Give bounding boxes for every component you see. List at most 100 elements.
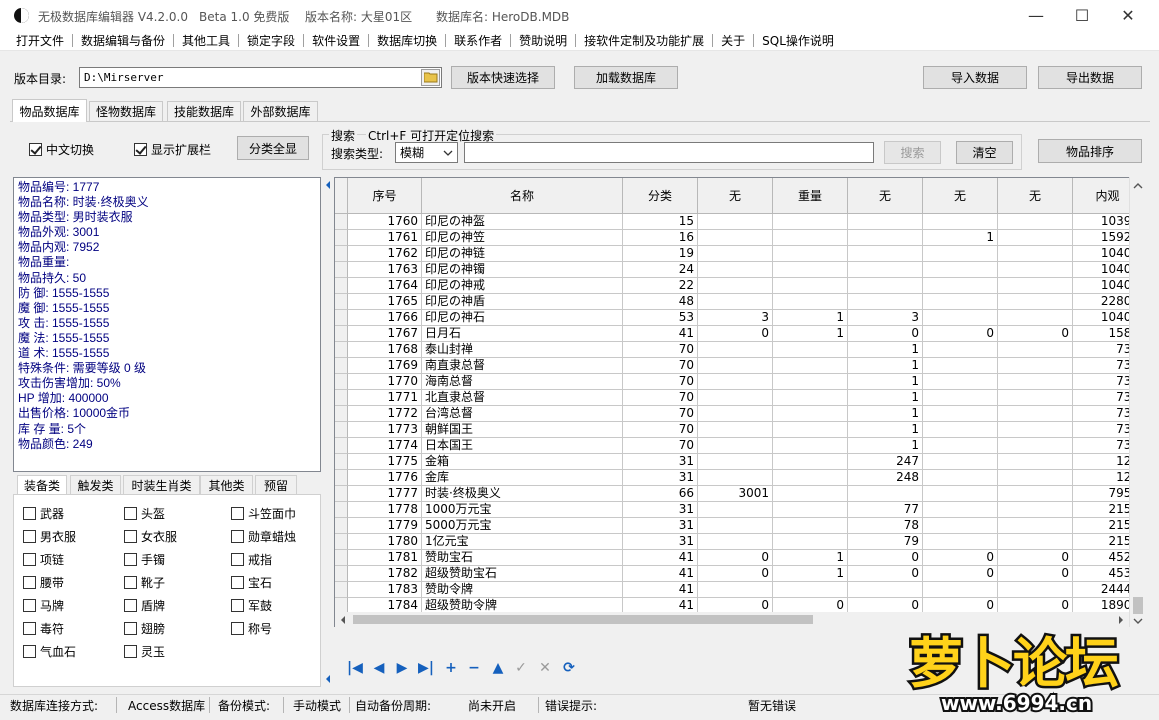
table-cell[interactable]: 1771 — [348, 390, 422, 406]
table-row[interactable]: 1770 海南总督 70 1 735 — [335, 374, 1143, 390]
table-cell[interactable]: 1769 — [348, 358, 422, 374]
table-cell[interactable] — [923, 374, 998, 390]
tab-items[interactable]: 物品数据库 — [12, 99, 87, 122]
table-cell[interactable]: 0 — [848, 326, 923, 342]
table-cell[interactable] — [698, 294, 773, 310]
table-cell[interactable] — [923, 486, 998, 502]
tab-monsters[interactable]: 怪物数据库 — [89, 101, 163, 121]
menu-item[interactable]: 联系作者 — [446, 32, 510, 49]
row-indicator[interactable] — [335, 486, 348, 502]
table-cell[interactable] — [698, 374, 773, 390]
hscroll-thumb[interactable] — [353, 615, 813, 624]
table-cell[interactable] — [923, 406, 998, 422]
table-row[interactable]: 1779 5000万元宝 31 78 2155 — [335, 518, 1143, 534]
table-cell[interactable]: 海南总督 — [422, 374, 623, 390]
table-cell[interactable]: 31 — [623, 454, 698, 470]
table-cell[interactable] — [698, 246, 773, 262]
table-cell[interactable]: 24 — [623, 262, 698, 278]
table-cell[interactable] — [998, 342, 1073, 358]
table-cell[interactable] — [848, 214, 923, 230]
row-indicator[interactable] — [335, 358, 348, 374]
table-cell[interactable]: 1782 — [348, 566, 422, 582]
table-cell[interactable] — [773, 518, 848, 534]
table-cell[interactable]: 北直隶总督 — [422, 390, 623, 406]
minimize-button[interactable]: — — [1013, 0, 1059, 31]
table-cell[interactable]: 70 — [623, 390, 698, 406]
table-row[interactable]: 1772 台湾总督 70 1 735 — [335, 406, 1143, 422]
table-cell[interactable] — [773, 246, 848, 262]
table-cell[interactable] — [773, 502, 848, 518]
category-checkbox[interactable]: 手镯 — [124, 551, 165, 568]
menu-item[interactable]: 数据库切换 — [369, 32, 445, 49]
table-cell[interactable]: 3001 — [698, 486, 773, 502]
category-checkbox[interactable]: 军鼓 — [231, 597, 272, 614]
menu-item[interactable]: SQL操作说明 — [754, 32, 842, 49]
table-cell[interactable]: 1778 — [348, 502, 422, 518]
table-cell[interactable] — [923, 262, 998, 278]
table-cell[interactable]: 印尼の神石 — [422, 310, 623, 326]
table-cell[interactable]: 印尼の神链 — [422, 246, 623, 262]
table-cell[interactable] — [923, 518, 998, 534]
table-cell[interactable] — [998, 422, 1073, 438]
row-indicator[interactable] — [335, 422, 348, 438]
table-cell[interactable]: 15 — [623, 214, 698, 230]
refresh-record-icon[interactable]: ⟳ — [560, 659, 578, 677]
table-cell[interactable] — [773, 214, 848, 230]
table-cell[interactable]: 31 — [623, 470, 698, 486]
table-row[interactable]: 1776 金库 31 248 122 — [335, 470, 1143, 486]
table-cell[interactable] — [998, 390, 1073, 406]
table-cell[interactable] — [773, 342, 848, 358]
table-cell[interactable]: 1774 — [348, 438, 422, 454]
show-ext-checkbox[interactable]: 显示扩展栏 — [134, 141, 211, 158]
table-cell[interactable]: 66 — [623, 486, 698, 502]
table-cell[interactable] — [923, 358, 998, 374]
table-cell[interactable]: 印尼の神盾 — [422, 294, 623, 310]
column-header[interactable]: 序号 — [348, 178, 422, 214]
table-cell[interactable]: 1 — [773, 566, 848, 582]
table-cell[interactable] — [998, 246, 1073, 262]
menu-item[interactable]: 数据编辑与备份 — [73, 32, 173, 49]
table-cell[interactable]: 16 — [623, 230, 698, 246]
tab-skills[interactable]: 技能数据库 — [167, 101, 241, 121]
table-cell[interactable] — [998, 230, 1073, 246]
table-cell[interactable] — [998, 294, 1073, 310]
menu-item[interactable]: 其他工具 — [174, 32, 238, 49]
dir-input[interactable]: D:\Mirserver — [79, 67, 442, 88]
table-cell[interactable]: 1 — [848, 422, 923, 438]
table-cell[interactable] — [698, 278, 773, 294]
table-cell[interactable] — [773, 278, 848, 294]
table-cell[interactable]: 41 — [623, 550, 698, 566]
table-cell[interactable]: 1 — [773, 326, 848, 342]
chinese-switch-checkbox[interactable]: 中文切换 — [29, 141, 94, 158]
table-cell[interactable]: 78 — [848, 518, 923, 534]
table-cell[interactable]: 0 — [698, 550, 773, 566]
insert-record-icon[interactable]: + — [442, 659, 460, 677]
table-cell[interactable] — [773, 470, 848, 486]
table-cell[interactable]: 1 — [773, 550, 848, 566]
table-cell[interactable] — [698, 422, 773, 438]
menu-item[interactable]: 打开文件 — [8, 32, 72, 49]
table-cell[interactable] — [773, 358, 848, 374]
table-cell[interactable]: 1761 — [348, 230, 422, 246]
table-cell[interactable]: 印尼の神镯 — [422, 262, 623, 278]
table-cell[interactable]: 31 — [623, 502, 698, 518]
table-cell[interactable]: 1767 — [348, 326, 422, 342]
table-cell[interactable]: 0 — [848, 550, 923, 566]
show-all-categories-button[interactable]: 分类全显 — [237, 136, 309, 160]
category-checkbox[interactable]: 盾牌 — [124, 597, 165, 614]
table-cell[interactable]: 53 — [623, 310, 698, 326]
table-cell[interactable]: 1 — [848, 438, 923, 454]
column-header[interactable]: 无 — [923, 178, 998, 214]
table-cell[interactable] — [998, 438, 1073, 454]
category-checkbox[interactable]: 戒指 — [231, 551, 272, 568]
table-row[interactable]: 1775 金箱 31 247 122 — [335, 454, 1143, 470]
table-cell[interactable] — [923, 582, 998, 598]
category-checkbox[interactable]: 宝石 — [231, 574, 272, 591]
row-indicator[interactable] — [335, 326, 348, 342]
table-row[interactable]: 1764 印尼の神戒 22 10404 — [335, 278, 1143, 294]
row-indicator[interactable] — [335, 342, 348, 358]
table-row[interactable]: 1762 印尼の神链 19 10403 — [335, 246, 1143, 262]
table-cell[interactable] — [923, 502, 998, 518]
table-cell[interactable] — [698, 358, 773, 374]
table-cell[interactable] — [923, 470, 998, 486]
